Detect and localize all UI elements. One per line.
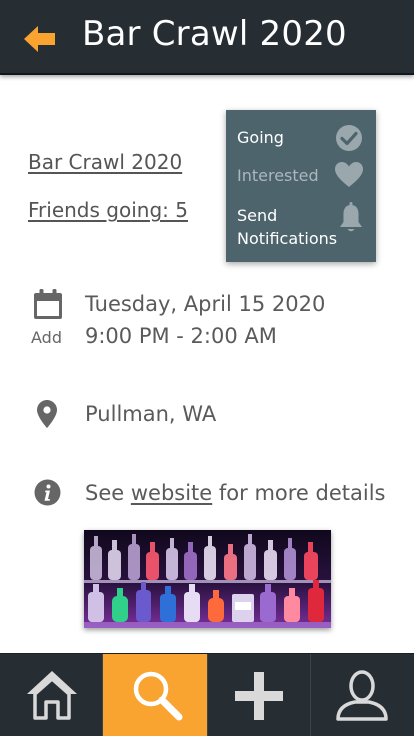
event-name-link[interactable]: Bar Crawl 2020 <box>28 150 182 174</box>
home-icon <box>27 671 77 720</box>
nav-search[interactable] <box>103 654 208 736</box>
interested-option[interactable]: Interested <box>226 162 376 192</box>
plus-icon <box>235 672 283 720</box>
interested-label: Interested <box>237 166 319 185</box>
event-photo <box>84 530 331 628</box>
nav-add[interactable] <box>208 654 311 736</box>
user-icon <box>336 670 388 721</box>
event-location: Pullman, WA <box>85 402 217 426</box>
send-label: Send <box>237 206 278 225</box>
app-header: Bar Crawl 2020 <box>0 0 414 75</box>
nav-profile[interactable] <box>311 654 414 736</box>
event-details-text: See website for more details <box>85 477 385 509</box>
checkmark-circle-icon <box>336 125 362 151</box>
page-title: Bar Crawl 2020 <box>82 14 347 54</box>
bar-shelf-picture <box>84 530 331 628</box>
calendar-icon[interactable] <box>33 289 63 320</box>
notifications-label: Notifications <box>237 229 338 248</box>
website-link[interactable]: website <box>131 481 212 505</box>
friends-going-link[interactable]: Friends going: 5 <box>28 198 188 222</box>
rsvp-panel: Going Interested Send Notifications <box>226 110 376 262</box>
going-option[interactable]: Going <box>226 124 376 154</box>
going-label: Going <box>237 128 284 147</box>
back-button[interactable] <box>22 22 62 58</box>
nav-home[interactable] <box>0 654 103 736</box>
send-notifications-option[interactable]: Send Notifications <box>226 202 376 254</box>
heart-icon <box>335 162 363 187</box>
info-icon <box>34 479 61 506</box>
bell-icon <box>340 202 362 232</box>
event-date: Tuesday, April 15 2020 <box>85 292 326 316</box>
bottom-nav <box>0 653 414 736</box>
search-icon <box>133 671 183 721</box>
arrow-left-icon <box>24 26 55 52</box>
add-to-calendar-label[interactable]: Add <box>31 328 62 347</box>
details-suffix: for more details <box>212 481 386 505</box>
event-time: 9:00 PM - 2:00 AM <box>85 324 277 348</box>
details-prefix: See <box>85 481 131 505</box>
location-pin-icon <box>37 400 57 428</box>
